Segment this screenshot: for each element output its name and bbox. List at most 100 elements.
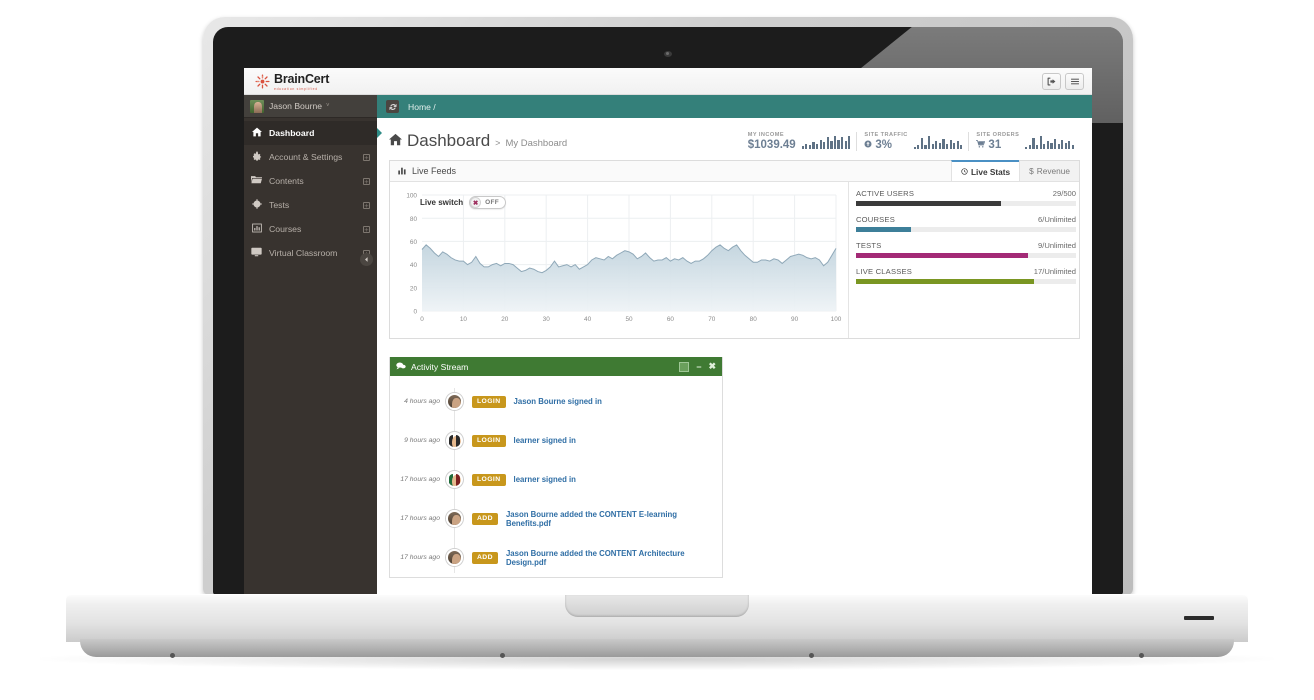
sidebar-item-label: Courses	[269, 224, 302, 234]
live-feeds-chart: Live switch ✖ OFF 0 20 40 60 80 100 0 10 20 30 40 5…	[390, 182, 848, 338]
sidebar-item-label: Tests	[269, 200, 290, 210]
list-item[interactable]: 17 hours ago ADD Jason Bourne added the …	[390, 538, 722, 577]
minimize-button[interactable]: −	[696, 362, 701, 372]
braincert-logo-icon	[255, 73, 270, 89]
list-item[interactable]: 17 hours ago LOGIN learner signed in	[390, 460, 722, 499]
tab-revenue[interactable]: $ Revenue	[1019, 161, 1079, 181]
sidebar-item-account-settings[interactable]: Account & Settings +	[244, 145, 377, 169]
menu-toggle-button[interactable]	[1065, 72, 1084, 90]
stat-row-tests: TESTS 9/Unlimited	[856, 241, 1076, 258]
sidebar-item-dashboard[interactable]: Dashboard	[244, 121, 382, 145]
stat-row-value: 6/Unlimited	[1038, 215, 1076, 224]
avatar	[446, 471, 463, 488]
list-item[interactable]: 4 hours ago LOGIN Jason Bourne signed in	[390, 382, 722, 421]
topbar-buttons	[1042, 72, 1084, 90]
activity-badge: ADD	[472, 551, 498, 564]
svg-text:80: 80	[750, 316, 758, 323]
avatar	[250, 99, 264, 113]
sidebar-item-label: Virtual Classroom	[269, 248, 338, 258]
live-feeds-panel: Live Feeds Live Stats $ Revenue Live swi…	[389, 160, 1080, 339]
svg-text:100: 100	[831, 316, 842, 323]
svg-text:70: 70	[708, 316, 716, 323]
maximize-button[interactable]	[679, 361, 690, 372]
svg-text:40: 40	[584, 316, 592, 323]
comment-icon	[396, 361, 406, 372]
stat-row-header: LIVE CLASSES 17/Unlimited	[856, 267, 1076, 276]
sidebar-item-tests[interactable]: Tests +	[244, 193, 377, 217]
sparkline-traffic	[913, 134, 963, 149]
laptop-base-lip	[80, 639, 1234, 658]
expand-icon[interactable]: +	[363, 201, 370, 209]
svg-text:60: 60	[667, 316, 675, 323]
sidebar-collapse-button[interactable]	[360, 253, 373, 266]
svg-text:20: 20	[501, 316, 509, 323]
webcam-icon	[664, 51, 672, 57]
folder-icon	[251, 175, 262, 187]
refresh-icon[interactable]	[386, 100, 399, 113]
stat-my-income[interactable]: MY INCOME $1039.49	[741, 132, 857, 151]
stat-row-label: TESTS	[856, 241, 882, 250]
brand-text-block: BrainCert education simplified	[274, 71, 329, 91]
activity-text[interactable]: learner signed in	[514, 436, 576, 445]
activity-text[interactable]: Jason Bourne added the CONTENT Architect…	[506, 549, 722, 567]
sidebar-item-contents[interactable]: Contents +	[244, 169, 377, 193]
stat-value-text: 31	[988, 139, 1002, 151]
stat-row-header: COURSES 6/Unlimited	[856, 215, 1076, 224]
title-separator: >	[495, 138, 501, 148]
stat-caption: MY INCOME	[747, 132, 785, 138]
stat-row-live-classes: LIVE CLASSES 17/Unlimited	[856, 267, 1076, 284]
clipboard-icon	[251, 198, 262, 212]
expand-icon[interactable]: +	[363, 225, 370, 233]
tab-live-stats[interactable]: Live Stats	[950, 160, 1020, 181]
activity-text[interactable]: learner signed in	[514, 475, 576, 484]
avatar	[446, 510, 463, 527]
svg-text:100: 100	[406, 193, 417, 200]
stat-site-orders[interactable]: SITE ORDERS 31	[968, 132, 1080, 151]
home-icon	[389, 133, 402, 149]
laptop-port-slot	[1184, 616, 1214, 620]
close-button[interactable]: ✖	[708, 361, 716, 372]
activity-text[interactable]: Jason Bourne added the CONTENT E-learnin…	[506, 510, 722, 528]
stat-value-text: 3%	[875, 139, 893, 151]
logout-button[interactable]	[1042, 72, 1061, 90]
sidebar-item-virtual-classroom[interactable]: Virtual Classroom +	[244, 241, 377, 265]
activity-text[interactable]: Jason Bourne signed in	[514, 397, 602, 406]
laptop-base	[66, 594, 1248, 658]
page-title: Dashboard	[407, 131, 491, 150]
main-content: Home / Dashboard > My Dashboard MY INCOM…	[377, 95, 1092, 595]
svg-text:0: 0	[413, 309, 417, 316]
progress-bar	[856, 227, 1076, 232]
page-header: Dashboard > My Dashboard MY INCOME $1039…	[377, 118, 1092, 160]
activity-badge: LOGIN	[472, 434, 506, 447]
chart-icon	[251, 223, 262, 236]
activity-time: 9 hours ago	[404, 437, 440, 444]
sidebar-item-courses[interactable]: Courses +	[244, 217, 377, 241]
live-switch-toggle[interactable]: ✖ OFF	[469, 196, 507, 209]
live-switch[interactable]: Live switch ✖ OFF	[420, 196, 507, 209]
breadcrumb-text[interactable]: Home /	[408, 102, 436, 112]
list-item[interactable]: 17 hours ago ADD Jason Bourne added the …	[390, 499, 722, 538]
sidebar-user[interactable]: Jason Bourne ˅	[244, 95, 377, 118]
brand-logo[interactable]: BrainCert education simplified	[252, 71, 329, 91]
svg-text:60: 60	[410, 239, 418, 246]
progress-bar	[856, 253, 1076, 258]
page-subtitle: My Dashboard	[505, 138, 568, 149]
sidebar-menu: Dashboard Account & Settings + Contents …	[244, 118, 382, 265]
svg-text:50: 50	[625, 316, 633, 323]
arrow-up-circle-icon	[864, 140, 872, 150]
sidebar-item-label: Account & Settings	[269, 152, 343, 162]
laptop-bezel: BrainCert education simplified Jason Bou…	[213, 27, 1123, 595]
activity-stream-buttons: − ✖	[679, 361, 716, 372]
list-item[interactable]: 9 hours ago LOGIN learner signed in	[390, 421, 722, 460]
stat-site-traffic[interactable]: SITE TRAFFIC 3%	[856, 132, 968, 151]
dollar-icon: $	[1029, 166, 1034, 176]
stat-row-label: COURSES	[856, 215, 895, 224]
live-stats-list: ACTIVE USERS 29/500 COURSES 6/Unlimited …	[848, 182, 1083, 338]
panel-body: Live switch ✖ OFF 0 20 40 60 80 100 0 10 20 30 40 5…	[390, 182, 1079, 338]
sidebar-item-label: Dashboard	[269, 128, 315, 138]
expand-icon[interactable]: +	[363, 153, 370, 161]
expand-icon[interactable]: +	[363, 177, 370, 185]
svg-text:80: 80	[410, 216, 418, 223]
activity-time: 17 hours ago	[400, 476, 440, 483]
stat-caption: SITE ORDERS	[976, 132, 1020, 138]
